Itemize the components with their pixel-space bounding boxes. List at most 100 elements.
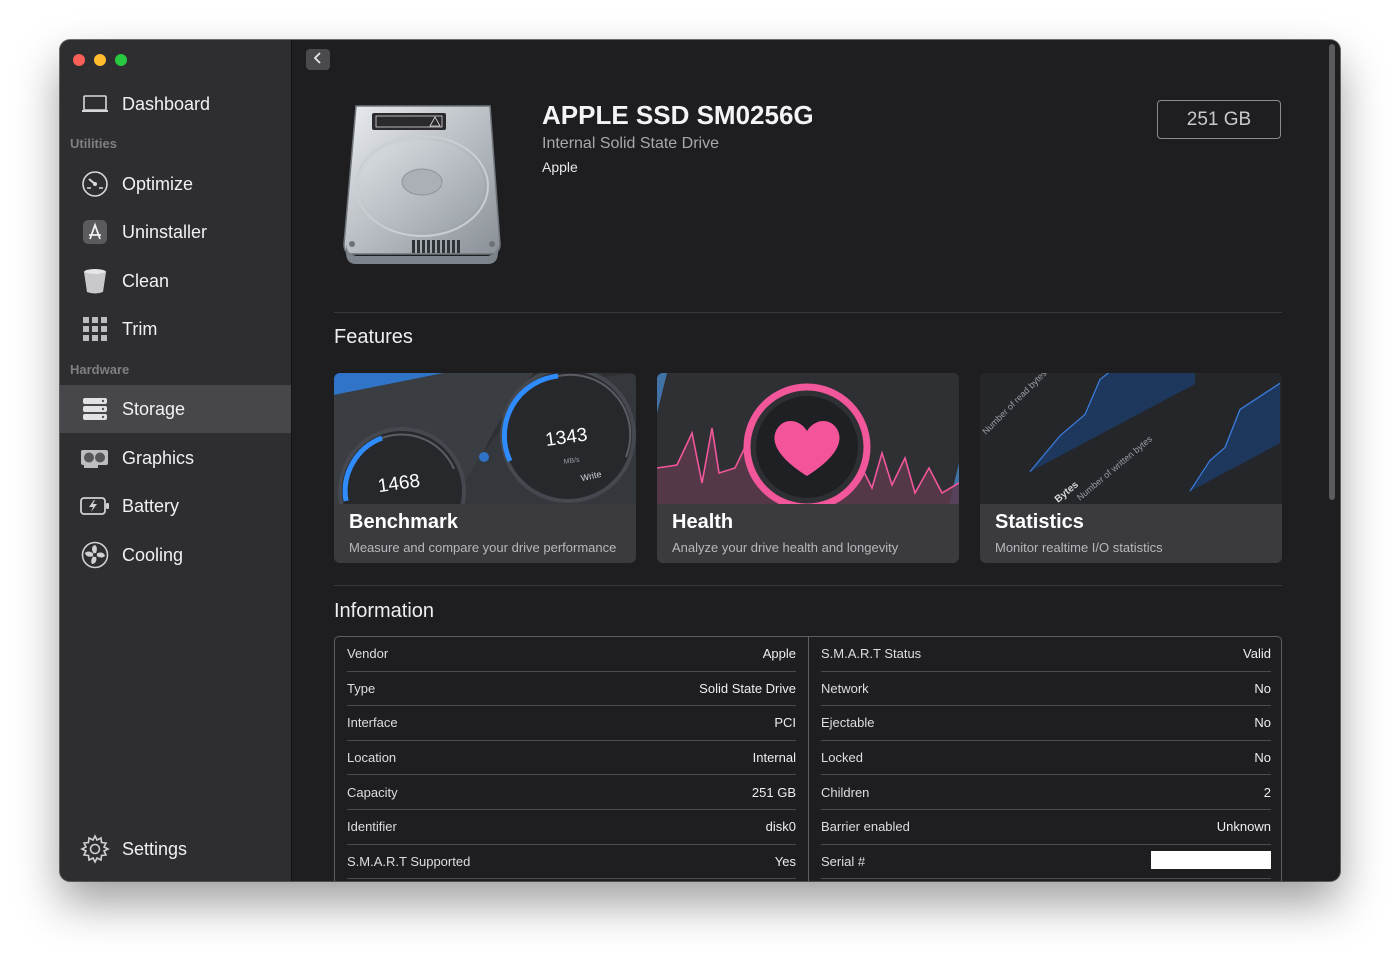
row-value: Solid State Drive [699, 680, 796, 696]
row-key: S.M.A.R.T Supported [347, 853, 471, 869]
row-value: Unknown [1216, 819, 1271, 835]
card-description: Measure and compare your drive performan… [349, 540, 617, 555]
divider [334, 585, 1282, 586]
card-footer: Benchmark Measure and compare your drive… [334, 504, 636, 563]
back-button[interactable] [306, 49, 330, 70]
sidebar-item-label: Settings [122, 838, 188, 859]
feature-card-health[interactable]: Health Analyze your drive health and lon… [657, 373, 959, 563]
row-key: Ejectable [821, 715, 875, 731]
row-key: Serial # [821, 853, 866, 869]
card-footer: Statistics Monitor realtime I/O statisti… [980, 504, 1282, 563]
row-value: Valid [1243, 646, 1271, 662]
benchmark-gauges-image: 1468 1343 MB/s Write [334, 373, 636, 555]
section-label-hardware: Hardware [70, 362, 130, 377]
trash-bin-icon [80, 266, 110, 296]
minimize-window-button[interactable] [94, 54, 106, 66]
row-key: Location [347, 750, 397, 766]
sidebar-item-label: Uninstaller [122, 221, 208, 242]
row-key: Network [821, 680, 869, 696]
information-heading: Information [334, 600, 435, 622]
main-content: APPLE SSD SM0256G Internal Solid State D… [292, 40, 1340, 881]
table-row: Capacity 251 GB [347, 775, 796, 810]
table-row: Serial # [821, 845, 1271, 880]
table-row: Children 2 [821, 775, 1271, 810]
sidebar-item-label: Battery [122, 495, 180, 516]
row-key: Locked [821, 750, 863, 766]
row-value: Apple [762, 646, 796, 662]
sidebar-item-settings[interactable]: Settings [60, 825, 291, 873]
info-column-right: S.M.A.R.T Status Valid Network No Ejectabl… [809, 637, 1281, 880]
row-value: Internal [752, 750, 796, 766]
statistics-chart-image: Number of read bytes Number of written b… [980, 373, 1282, 505]
feature-card-statistics[interactable]: Number of read bytes Number of written b… [980, 373, 1282, 563]
sidebar-item-trim[interactable]: Trim [60, 305, 291, 353]
features-heading: Features [334, 326, 413, 348]
row-key: Barrier enabled [821, 819, 910, 835]
sidebar-item-cooling[interactable]: Cooling [60, 531, 291, 579]
row-key: S.M.A.R.T Status [821, 646, 922, 662]
card-title: Benchmark [349, 511, 458, 533]
health-heart-image [657, 373, 959, 511]
sidebar-item-battery[interactable]: Battery [60, 482, 291, 530]
sidebar-item-uninstaller[interactable]: Uninstaller [60, 208, 291, 256]
table-row: Location Internal [347, 741, 796, 776]
sidebar-item-clean[interactable]: Clean [60, 257, 291, 305]
table-row: Barrier enabled Unknown [821, 810, 1271, 845]
sidebar-item-label: Graphics [122, 447, 195, 468]
row-key: Interface [347, 715, 398, 731]
sidebar-item-label: Trim [122, 318, 158, 339]
vertical-scrollbar[interactable] [1329, 44, 1335, 500]
table-row: S.M.A.R.T Supported Yes [347, 845, 796, 880]
sidebar-item-label: Dashboard [122, 93, 211, 114]
speedometer-icon [80, 169, 110, 199]
window-controls [73, 54, 127, 66]
capacity-badge: 251 GB [1157, 100, 1281, 139]
drive-kind: Internal Solid State Drive [542, 135, 719, 152]
row-value: PCI [774, 715, 796, 731]
gpu-icon [80, 443, 110, 473]
app-window: Dashboard Utilities Optimize Uninstaller… [60, 40, 1340, 881]
sidebar-item-label: Cooling [122, 544, 184, 565]
zoom-window-button[interactable] [115, 54, 127, 66]
table-row: Identifier disk0 [347, 810, 796, 845]
feature-card-benchmark[interactable]: 1468 1343 MB/s Write Benchmark Measure a… [334, 373, 636, 563]
sidebar-item-dashboard[interactable]: Dashboard [60, 80, 291, 128]
row-value: disk0 [765, 819, 796, 835]
sidebar: Dashboard Utilities Optimize Uninstaller… [60, 40, 292, 881]
row-value: No [1254, 680, 1271, 696]
row-key: Children [821, 784, 870, 800]
hard-drive-image [342, 104, 502, 271]
info-column-left: Vendor Apple Type Solid State Drive Interf… [335, 637, 808, 880]
table-row: Network No [821, 672, 1271, 707]
close-window-button[interactable] [73, 54, 85, 66]
sidebar-item-optimize[interactable]: Optimize [60, 160, 291, 208]
laptop-icon [80, 89, 110, 119]
card-description: Analyze your drive health and longevity [672, 540, 899, 555]
sidebar-item-storage[interactable]: Storage [60, 385, 291, 433]
information-table: Vendor Apple Type Solid State Drive Interf… [334, 636, 1282, 881]
gear-icon [80, 834, 110, 864]
row-key: Vendor [347, 646, 389, 662]
row-value: Yes [774, 853, 796, 869]
row-key: Type [347, 680, 376, 696]
drive-name: APPLE SSD SM0256G [542, 100, 814, 130]
row-value: No [1254, 715, 1271, 731]
row-value: No [1254, 750, 1271, 766]
sidebar-item-label: Clean [122, 270, 170, 291]
table-row: S.M.A.R.T Status Valid [821, 637, 1271, 672]
divider [334, 312, 1282, 313]
card-footer: Health Analyze your drive health and lon… [657, 504, 959, 563]
battery-icon [80, 491, 110, 521]
fan-icon [80, 540, 110, 570]
table-row: Locked No [821, 741, 1271, 776]
serial-redacted [1151, 850, 1271, 872]
table-row: Vendor Apple [347, 637, 796, 672]
sidebar-item-graphics[interactable]: Graphics [60, 434, 291, 482]
storage-stack-icon [80, 394, 110, 424]
drive-vendor: Apple [542, 159, 578, 175]
table-row: Ejectable No [821, 706, 1271, 741]
grid-icon [80, 314, 110, 344]
chevron-left-icon [313, 51, 323, 69]
table-row: Interface PCI [347, 706, 796, 741]
table-row: Type Solid State Drive [347, 672, 796, 707]
